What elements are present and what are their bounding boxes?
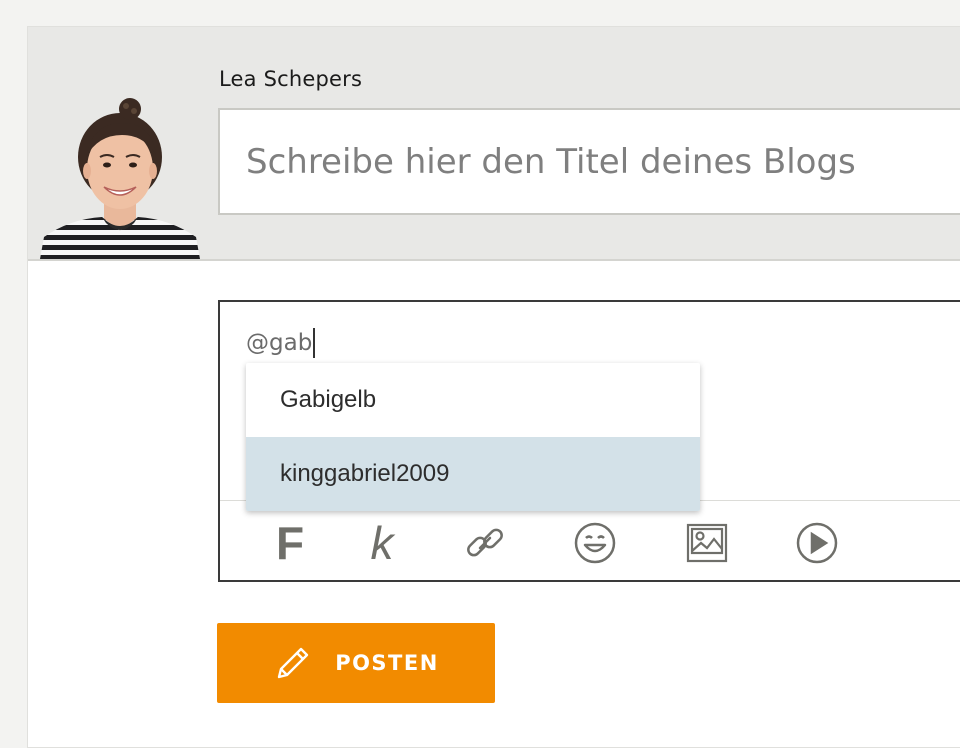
editor-content[interactable]: @gab <box>246 328 315 358</box>
emoji-icon <box>574 522 616 564</box>
blog-title-input[interactable] <box>218 108 960 215</box>
mention-suggestion[interactable]: Gabigelb <box>246 363 700 437</box>
italic-button[interactable]: k <box>362 516 402 570</box>
mention-suggestions-dropdown: Gabigelb kinggabriel2009 <box>246 363 700 511</box>
video-button[interactable] <box>792 516 842 570</box>
post-header: Lea Schepers <box>28 27 960 261</box>
avatar <box>40 95 200 259</box>
author-name: Lea Schepers <box>219 67 363 91</box>
text-caret <box>313 328 315 358</box>
link-button[interactable] <box>460 516 510 570</box>
video-play-icon <box>796 522 838 564</box>
image-icon <box>686 523 728 563</box>
post-button[interactable]: POSTEN <box>217 623 495 703</box>
pencil-icon <box>277 647 309 679</box>
bold-button[interactable]: F <box>264 516 316 570</box>
link-icon <box>467 528 503 557</box>
emoji-button[interactable] <box>570 516 620 570</box>
mention-suggestion-highlighted[interactable]: kinggabriel2009 <box>246 437 700 511</box>
image-button[interactable] <box>682 516 732 570</box>
editor-text-value: @gab <box>246 330 313 356</box>
post-button-label: POSTEN <box>335 651 439 675</box>
